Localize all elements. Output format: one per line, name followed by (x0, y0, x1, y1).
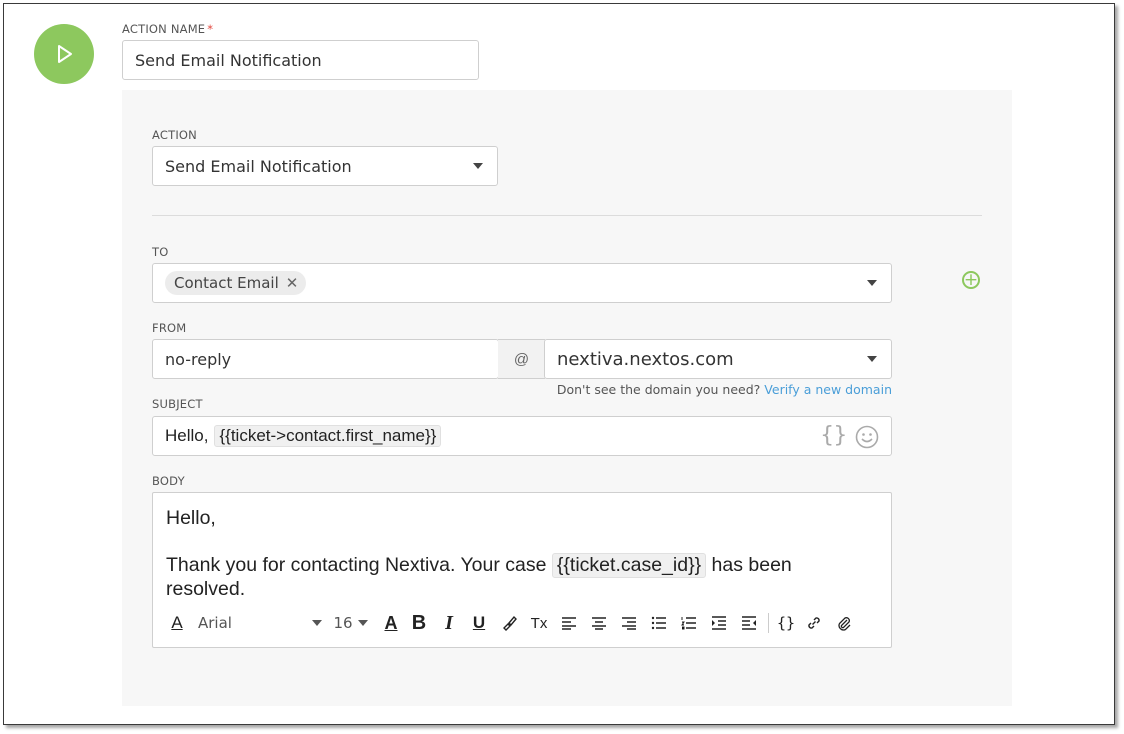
from-domain-select[interactable]: nextiva.nextos.com (544, 339, 892, 379)
font-family-select[interactable]: Arial (198, 610, 310, 636)
font-color-icon[interactable]: A (166, 610, 188, 636)
align-left-icon[interactable] (554, 610, 584, 636)
subject-label: SUBJECT (152, 397, 203, 411)
underline-button[interactable]: U (464, 610, 494, 636)
domain-hint-text: Don't see the domain you need? (556, 382, 761, 397)
body-editor[interactable]: Hello, Thank you for contacting Nextiva.… (152, 492, 892, 648)
action-name-value: Send Email Notification (135, 50, 322, 70)
emoji-icon[interactable] (855, 425, 879, 449)
action-select[interactable]: Send Email Notification (152, 146, 498, 186)
at-sign-separator: @ (498, 339, 545, 379)
action-label: ACTION (152, 128, 197, 142)
section-divider (152, 215, 982, 216)
body-line-greeting: Hello, (166, 507, 216, 529)
italic-button[interactable]: I (434, 610, 464, 636)
braces-icon[interactable]: {} (821, 423, 848, 448)
chevron-down-icon (473, 163, 483, 169)
subject-token: {{ticket->contact.first_name}} (214, 425, 442, 447)
from-local-part-input[interactable]: no-reply (152, 339, 499, 379)
body-line-message: Thank you for contacting Nextiva. Your c… (166, 553, 866, 601)
bullet-list-icon[interactable] (644, 610, 674, 636)
formatting-toolbar: A Arial 16 A B I U Tx {} (166, 609, 859, 637)
verify-domain-link[interactable]: Verify a new domain (764, 382, 892, 397)
link-icon[interactable] (799, 610, 829, 636)
add-recipient-icon[interactable]: + (962, 271, 980, 289)
bold-button[interactable]: B (404, 610, 434, 636)
insert-variable-icon[interactable]: {} (773, 610, 799, 636)
from-domain-value: nextiva.nextos.com (557, 348, 734, 370)
chevron-down-icon[interactable] (310, 610, 324, 636)
clear-format-icon[interactable]: Tx (524, 610, 554, 636)
chevron-down-icon (867, 356, 877, 362)
indent-icon[interactable] (704, 610, 734, 636)
recipient-chip: Contact Email ✕ (165, 271, 307, 295)
action-name-label: ACTION NAME * (122, 22, 214, 36)
play-icon (58, 45, 72, 63)
required-marker: * (207, 22, 214, 36)
chevron-down-icon (867, 280, 877, 286)
subject-prefix: Hello, (165, 426, 209, 445)
paint-format-icon[interactable] (494, 610, 524, 636)
numbered-list-icon[interactable] (674, 610, 704, 636)
font-family-value: Arial (198, 614, 232, 632)
from-label: FROM (152, 321, 187, 335)
to-recipient-select[interactable]: Contact Email ✕ (152, 263, 892, 303)
from-local-part-value: no-reply (165, 349, 232, 369)
body-content[interactable]: Hello, Thank you for contacting Nextiva.… (166, 507, 866, 601)
run-action-button[interactable] (34, 24, 94, 84)
align-center-icon[interactable] (584, 610, 614, 636)
background-color-icon[interactable]: A (378, 610, 404, 636)
recipient-chip-label: Contact Email (174, 274, 279, 292)
chevron-down-icon[interactable] (356, 610, 370, 636)
action-name-input[interactable]: Send Email Notification (122, 40, 479, 80)
align-right-icon[interactable] (614, 610, 644, 636)
font-size-select[interactable]: 16 (330, 610, 356, 636)
body-label: BODY (152, 474, 185, 488)
body-message-start: Thank you for contacting Nextiva. Your c… (166, 554, 547, 576)
domain-hint: Don't see the domain you need? Verify a … (557, 382, 892, 397)
font-size-value: 16 (333, 614, 353, 632)
to-label: TO (152, 245, 169, 259)
body-token: {{ticket.case_id}} (551, 553, 707, 578)
outdent-icon[interactable] (734, 610, 764, 636)
remove-chip-icon[interactable]: ✕ (286, 274, 299, 292)
action-selected-value: Send Email Notification (165, 156, 352, 176)
toolbar-divider (768, 613, 769, 633)
attachment-icon[interactable] (829, 610, 859, 636)
subject-input[interactable]: Hello, {{ticket->contact.first_name}} {} (152, 416, 892, 456)
